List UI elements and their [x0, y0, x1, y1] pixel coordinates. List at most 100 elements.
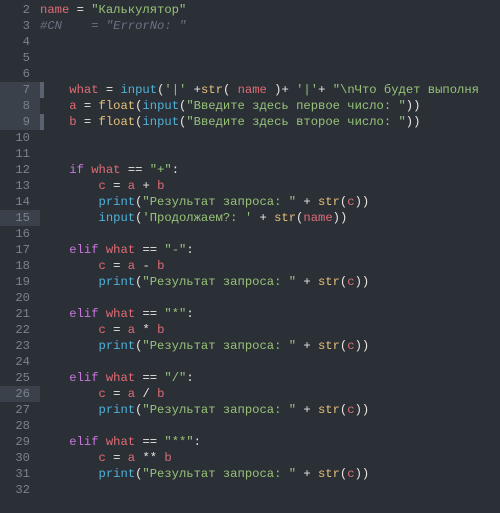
code-content[interactable]: if what == "+":: [40, 162, 500, 178]
code-editor[interactable]: 2name = "Калькулятор"3#CN = "ErrorNo: "4…: [0, 0, 500, 498]
token-op: )+: [267, 83, 296, 97]
code-line[interactable]: 21 elif what == "*":: [0, 306, 500, 322]
code-content[interactable]: #CN = "ErrorNo: ": [40, 18, 500, 34]
code-content[interactable]: elif what == "/":: [40, 370, 500, 386]
token-kw: elif: [69, 435, 98, 449]
code-content[interactable]: elif what == "-":: [40, 242, 500, 258]
token-str: "Результат запроса: ": [142, 275, 296, 289]
code-line[interactable]: 8 a = float(input("Введите здесь первое …: [0, 98, 500, 114]
code-line[interactable]: 13 c = a + b: [0, 178, 500, 194]
token-op: [99, 243, 106, 257]
token-op: :: [186, 371, 193, 385]
token-var: what: [106, 371, 135, 385]
token-ty: str: [274, 211, 296, 225]
code-line[interactable]: 7 what = input('|' +str( name )+ '|'+ "\…: [0, 82, 500, 98]
token-var: c: [99, 451, 106, 465]
code-content[interactable]: [40, 50, 500, 66]
line-number: 27: [0, 402, 40, 418]
token-op: :: [194, 435, 201, 449]
token-cmt: #CN = "ErrorNo: ": [40, 19, 186, 33]
line-number: 21: [0, 306, 40, 322]
code-content[interactable]: [40, 482, 500, 498]
code-line[interactable]: 31 print("Результат запроса: " + str(c)): [0, 466, 500, 482]
code-line[interactable]: 6: [0, 66, 500, 82]
line-number: 2: [0, 2, 40, 18]
code-line[interactable]: 12 if what == "+":: [0, 162, 500, 178]
code-content[interactable]: c = a - b: [40, 258, 500, 274]
code-content[interactable]: [40, 34, 500, 50]
code-content[interactable]: [40, 418, 500, 434]
code-content[interactable]: [40, 226, 500, 242]
code-content[interactable]: [40, 354, 500, 370]
code-content[interactable]: print("Результат запроса: " + str(c)): [40, 274, 500, 290]
code-line[interactable]: 19 print("Результат запроса: " + str(c)): [0, 274, 500, 290]
line-number: 13: [0, 178, 40, 194]
line-number: 28: [0, 418, 40, 434]
code-line[interactable]: 27 print("Результат запроса: " + str(c)): [0, 402, 500, 418]
token-op: *: [135, 323, 157, 337]
line-number: 30: [0, 450, 40, 466]
token-ty: str: [318, 275, 340, 289]
token-fn: print: [99, 195, 136, 209]
code-content[interactable]: c = a * b: [40, 322, 500, 338]
token-op: +: [296, 195, 318, 209]
code-content[interactable]: [40, 290, 500, 306]
line-number: 6: [0, 66, 40, 82]
line-number: 23: [0, 338, 40, 354]
line-number: 3: [0, 18, 40, 34]
token-op: [40, 371, 69, 385]
token-var: b: [157, 323, 164, 337]
code-line[interactable]: 9 b = float(input("Введите здесь второе …: [0, 114, 500, 130]
token-kw: elif: [69, 307, 98, 321]
code-content[interactable]: a = float(input("Введите здесь первое чи…: [40, 98, 500, 114]
code-line[interactable]: 4: [0, 34, 500, 50]
code-line[interactable]: 20: [0, 290, 500, 306]
code-line[interactable]: 5: [0, 50, 500, 66]
code-content[interactable]: [40, 146, 500, 162]
code-line[interactable]: 28: [0, 418, 500, 434]
code-line[interactable]: 10: [0, 130, 500, 146]
code-content[interactable]: c = a / b: [40, 386, 500, 402]
code-line[interactable]: 11: [0, 146, 500, 162]
code-content[interactable]: print("Результат запроса: " + str(c)): [40, 402, 500, 418]
code-content[interactable]: [40, 130, 500, 146]
token-op: [40, 179, 99, 193]
code-line[interactable]: 26 c = a / b: [0, 386, 500, 402]
token-var: what: [69, 83, 98, 97]
code-content[interactable]: elif what == "**":: [40, 434, 500, 450]
code-line[interactable]: 25 elif what == "/":: [0, 370, 500, 386]
code-line[interactable]: 15 input('Продолжаем?: ' + str(name)): [0, 210, 500, 226]
code-line[interactable]: 24: [0, 354, 500, 370]
code-content[interactable]: [40, 66, 500, 82]
token-op: [40, 323, 99, 337]
token-str: "**": [164, 435, 193, 449]
code-line[interactable]: 18 c = a - b: [0, 258, 500, 274]
code-line[interactable]: 17 elif what == "-":: [0, 242, 500, 258]
code-line[interactable]: 2name = "Калькулятор": [0, 2, 500, 18]
code-line[interactable]: 14 print("Результат запроса: " + str(c)): [0, 194, 500, 210]
token-op: +: [252, 211, 274, 225]
code-line[interactable]: 30 c = a ** b: [0, 450, 500, 466]
code-line[interactable]: 3#CN = "ErrorNo: ": [0, 18, 500, 34]
code-content[interactable]: input('Продолжаем?: ' + str(name)): [40, 210, 500, 226]
code-content[interactable]: c = a ** b: [40, 450, 500, 466]
code-content[interactable]: b = float(input("Введите здесь второе чи…: [40, 114, 500, 130]
code-content[interactable]: c = a + b: [40, 178, 500, 194]
code-line[interactable]: 22 c = a * b: [0, 322, 500, 338]
line-number: 9: [0, 114, 40, 130]
line-number: 24: [0, 354, 40, 370]
code-line[interactable]: 32: [0, 482, 500, 498]
code-line[interactable]: 29 elif what == "**":: [0, 434, 500, 450]
code-content[interactable]: print("Результат запроса: " + str(c)): [40, 194, 500, 210]
code-content[interactable]: elif what == "*":: [40, 306, 500, 322]
token-op: )): [406, 115, 421, 129]
code-content[interactable]: print("Результат запроса: " + str(c)): [40, 338, 500, 354]
code-line[interactable]: 16: [0, 226, 500, 242]
token-var: c: [347, 339, 354, 353]
code-content[interactable]: what = input('|' +str( name )+ '|'+ "\nЧ…: [40, 82, 500, 98]
code-content[interactable]: name = "Калькулятор": [40, 2, 500, 18]
code-content[interactable]: print("Результат запроса: " + str(c)): [40, 466, 500, 482]
token-op: =: [106, 259, 128, 273]
code-line[interactable]: 23 print("Результат запроса: " + str(c)): [0, 338, 500, 354]
line-number: 32: [0, 482, 40, 498]
